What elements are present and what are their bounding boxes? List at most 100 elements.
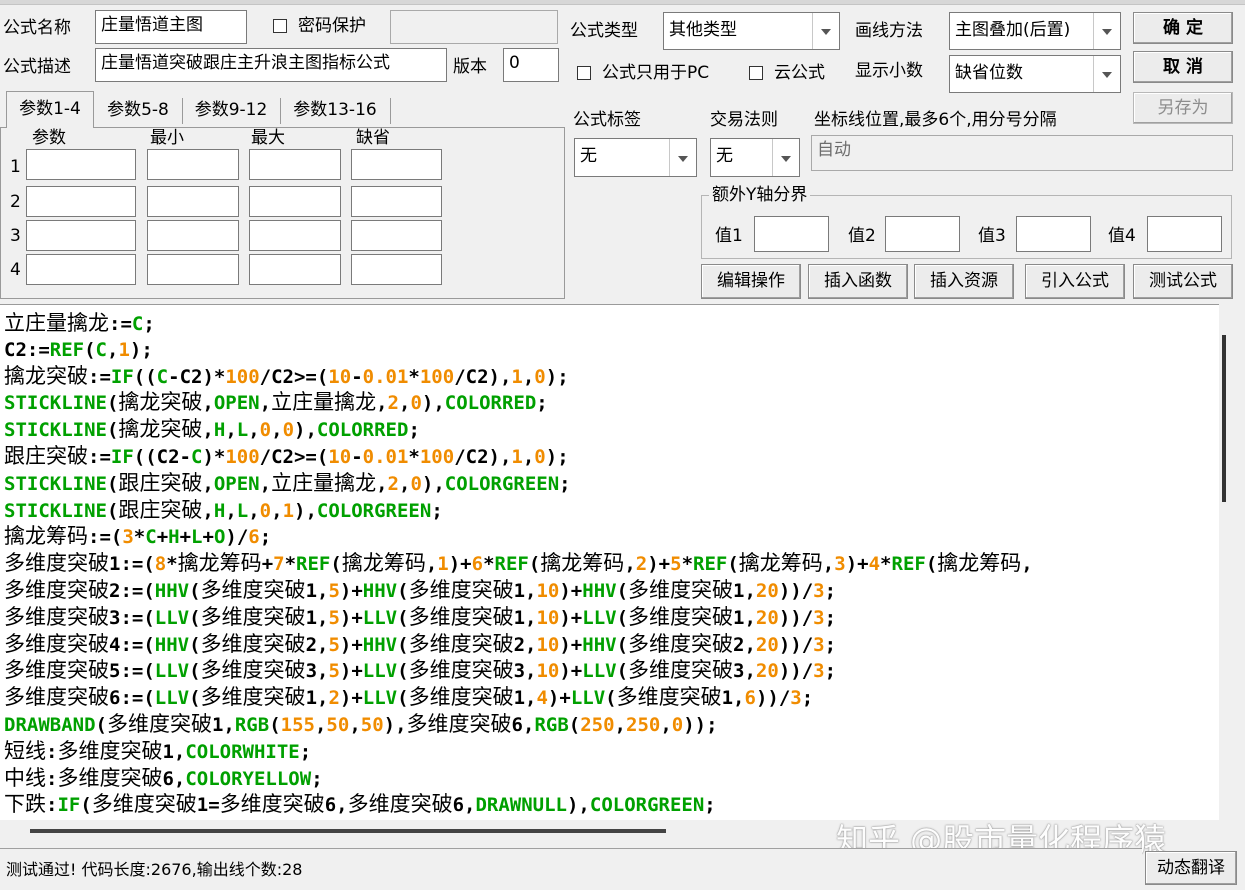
code-token: 3,	[305, 660, 329, 683]
code-token: ),	[383, 713, 407, 736]
param-3-max-input[interactable]	[249, 220, 341, 251]
code-token: 1,	[513, 687, 537, 710]
param-3-default-input[interactable]	[351, 220, 442, 251]
chevron-down-icon[interactable]	[1093, 56, 1120, 92]
decimal-select[interactable]: 缺省位数	[949, 55, 1121, 93]
yaxis-val4-input[interactable]	[1147, 216, 1222, 252]
code-keyword: COLORGREEN	[589, 794, 705, 817]
code-keyword: C	[156, 365, 169, 388]
code-token: (	[330, 553, 342, 576]
code-token: 多维度突破	[628, 631, 734, 656]
edit-ops-button[interactable]: 编辑操作	[701, 264, 801, 299]
save-as-button[interactable]: 另存为	[1133, 92, 1233, 124]
tab-params-13-16[interactable]: 参数13-16	[282, 93, 388, 127]
code-line: 多维度突破3:=(LLV(多维度突破1,5)+LLV(多维度突破1,10)+LL…	[4, 605, 1033, 632]
code-token: 擒龙筹码	[341, 551, 426, 576]
param-3-min-input[interactable]	[147, 220, 239, 251]
code-token: ;	[431, 499, 443, 522]
code-token: ,	[1021, 553, 1033, 576]
status-bar: 测试通过! 代码长度:2676,输出线个数:28	[0, 848, 1142, 890]
code-token: :	[46, 740, 58, 763]
dynamic-translate-button[interactable]: 动态翻译	[1145, 851, 1237, 885]
code-keyword: O	[213, 526, 226, 549]
code-number: 3	[813, 579, 825, 602]
code-token: 3,	[733, 660, 756, 683]
code-number: 8	[154, 553, 167, 576]
code-token: (	[189, 660, 201, 683]
code-number: 0	[534, 445, 546, 468]
code-token: 多维度突破	[347, 792, 453, 817]
test-formula-button[interactable]: 测试公式	[1133, 264, 1233, 299]
code-keyword: REF	[693, 553, 728, 576]
code-token: );	[545, 445, 569, 468]
insert-function-button[interactable]: 插入函数	[808, 264, 908, 299]
yaxis-val3-input[interactable]	[1016, 216, 1091, 252]
code-token: 多维度突破	[408, 658, 514, 683]
code-keyword: LLV	[154, 606, 190, 629]
param-3-name-input[interactable]	[26, 220, 136, 251]
param-1-name-input[interactable]	[26, 149, 136, 180]
code-number: 3	[813, 606, 825, 629]
yaxis-val2-input[interactable]	[885, 216, 960, 252]
param-1-min-input[interactable]	[147, 149, 239, 180]
insert-resource-button[interactable]: 插入资源	[914, 264, 1014, 299]
code-token: )+	[559, 660, 583, 683]
code-line: 多维度突破2:=(HHV(多维度突破1,5)+HHV(多维度突破1,10)+HH…	[4, 578, 1033, 605]
code-token: 中线	[4, 765, 46, 790]
code-keyword: COLORYELLOW	[185, 767, 312, 790]
code-token: (	[269, 713, 281, 736]
param-2-name-input[interactable]	[26, 186, 136, 217]
tab-params-1-4[interactable]: 参数1-4	[6, 91, 94, 128]
chevron-down-icon[interactable]	[812, 13, 839, 49]
code-token: /C2),	[454, 365, 512, 388]
version-input[interactable]: 0	[503, 48, 559, 82]
code-token: ,	[248, 419, 260, 442]
param-1-max-input[interactable]	[249, 149, 341, 180]
param-4-max-input[interactable]	[249, 254, 341, 285]
formula-desc-input[interactable]: 庄量悟道突破跟庄主升浪主图指标公式	[95, 48, 447, 82]
formula-type-select[interactable]: 其他类型	[663, 12, 840, 50]
code-number: 50	[326, 713, 350, 736]
code-keyword: H	[213, 499, 226, 522]
code-text[interactable]: 立庄量擒龙:=C; C2:=REF(C,1); 擒龙突破:=IF((C-C2)*10…	[4, 311, 1033, 821]
code-editor[interactable]: 立庄量擒龙:=C; C2:=REF(C,1); 擒龙突破:=IF((C-C2)*10…	[0, 304, 1219, 821]
param-4-min-input[interactable]	[147, 254, 239, 285]
code-token: *	[880, 553, 892, 576]
ok-button[interactable]: 确 定	[1133, 12, 1233, 44]
pc-only-checkbox[interactable]	[577, 66, 591, 80]
code-token: 2,	[305, 633, 329, 656]
coord-line-input[interactable]: 自动	[811, 135, 1233, 171]
tab-params-9-12[interactable]: 参数9-12	[184, 93, 278, 127]
param-2-min-input[interactable]	[147, 186, 239, 217]
import-formula-button[interactable]: 引入公式	[1025, 264, 1125, 299]
chevron-down-icon[interactable]	[669, 139, 696, 176]
vertical-scrollbar-thumb[interactable]	[1222, 335, 1226, 502]
cancel-button[interactable]: 取 消	[1133, 51, 1233, 83]
password-input[interactable]	[390, 10, 558, 44]
tab-separator	[390, 98, 391, 124]
formula-tag-select[interactable]: 无	[574, 138, 697, 177]
param-2-max-input[interactable]	[249, 186, 341, 217]
param-2-default-input[interactable]	[351, 186, 442, 217]
code-number: 1	[511, 445, 523, 468]
code-token: ,	[522, 445, 535, 468]
formula-tag-value: 无	[580, 146, 597, 166]
tab-params-5-8[interactable]: 参数5-8	[96, 93, 180, 127]
param-1-default-input[interactable]	[351, 149, 442, 180]
code-token: ))/	[755, 687, 791, 710]
code-token: (	[727, 553, 739, 576]
cloud-checkbox[interactable]	[749, 66, 763, 80]
param-4-name-input[interactable]	[26, 254, 136, 285]
cloud-label: 云公式	[774, 63, 825, 83]
formula-name-input[interactable]: 庄量悟道主图	[95, 10, 247, 44]
trade-rule-select[interactable]: 无	[710, 138, 800, 177]
code-number: 100	[419, 445, 455, 468]
yaxis-val1-input[interactable]	[754, 216, 829, 252]
chevron-down-icon[interactable]	[772, 139, 799, 176]
code-line: STICKLINE(跟庄突破,OPEN,立庄量擒龙,2,0),COLORGREE…	[4, 471, 1033, 498]
draw-method-select[interactable]: 主图叠加(后置)	[949, 12, 1121, 50]
param-4-default-input[interactable]	[351, 254, 442, 285]
horizontal-scrollbar-thumb[interactable]	[30, 829, 666, 833]
chevron-down-icon[interactable]	[1093, 13, 1120, 49]
password-checkbox[interactable]	[273, 19, 287, 33]
